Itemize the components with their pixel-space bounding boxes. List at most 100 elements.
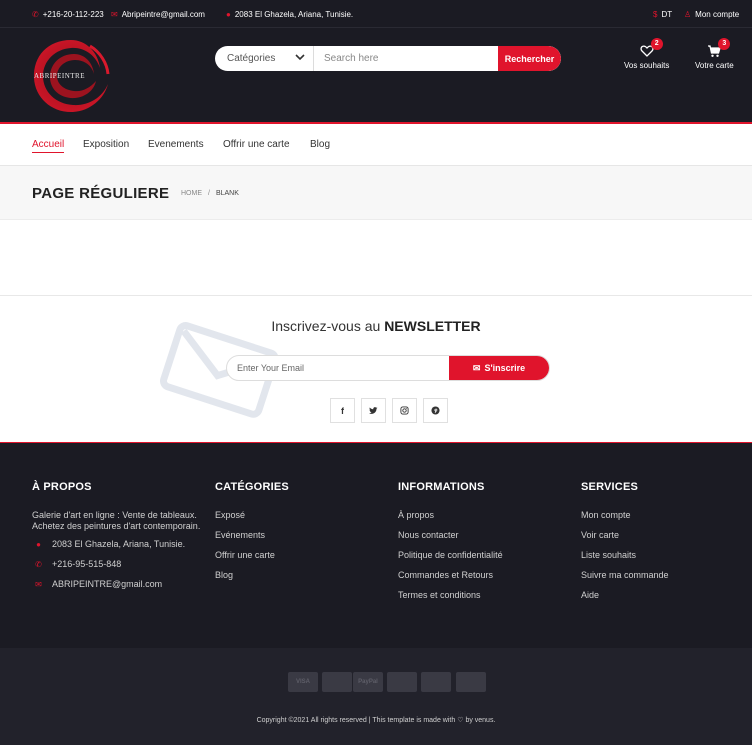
footer-address: ● 2083 El Ghazela, Ariana, Tunisie. <box>32 539 207 549</box>
footer-email-text: ABRIPEINTRE@gmail.com <box>52 579 163 589</box>
footer-link[interactable]: Commandes et Retours <box>398 570 573 580</box>
envelope-small-icon: ✉ <box>472 362 481 373</box>
breadcrumb-current: BLANK <box>215 190 239 197</box>
footer-link[interactable]: Nous contacter <box>398 530 573 540</box>
newsletter-email-input[interactable]: Enter Your Email <box>227 356 449 380</box>
footer-link[interactable]: Blog <box>215 570 390 580</box>
phone-icon: ✆ <box>35 559 42 569</box>
logo[interactable]: ABRIPEINTRE <box>30 36 112 116</box>
newsletter-section: Inscrivez-vous au NEWSLETTER Enter Your … <box>0 295 752 443</box>
discover-icon <box>456 672 486 692</box>
footer-phone-text: +216-95-515-848 <box>52 559 122 569</box>
footer-categories: CATÉGORIES Exposé Evénements Offrir une … <box>215 481 390 590</box>
topbar-address: ● 2083 El Ghazela, Ariana, Tunisie. <box>226 10 353 19</box>
nav-item-evenements[interactable]: Evenements <box>148 139 204 150</box>
footer-address-text: 2083 El Ghazela, Ariana, Tunisie. <box>52 539 186 549</box>
footer-about-text: Galerie d'art en ligne : Vente de tablea… <box>32 510 201 531</box>
header: ABRIPEINTRE Catégories Search here Reche… <box>0 28 752 124</box>
newsletter-title-strong: NEWSLETTER <box>384 318 481 334</box>
topbar-address-text: 2083 El Ghazela, Ariana, Tunisie. <box>234 10 354 19</box>
footer-informations-heading: INFORMATIONS <box>398 481 485 493</box>
footer-link[interactable]: À propos <box>398 510 573 520</box>
cart-label: Votre carte <box>695 61 734 70</box>
search-bar: Catégories Search here Rechercher <box>215 46 561 71</box>
chevron-down-icon <box>295 54 305 61</box>
logo-text: ABRIPEINTRE <box>34 72 85 80</box>
account-link[interactable]: ♙ Mon compte <box>684 10 739 19</box>
account-text: Mon compte <box>695 10 740 19</box>
topbar-phone[interactable]: ✆ +216-20-112-223 <box>32 10 104 19</box>
footer-link[interactable]: Aide <box>581 590 752 600</box>
page-title-bar: PAGE RÉGULIERE HOME / BLANK <box>0 166 752 220</box>
subscribe-button[interactable]: ✉ S'inscrire <box>449 356 549 380</box>
user-icon: ♙ <box>684 9 692 19</box>
pinterest-icon[interactable] <box>423 398 448 423</box>
nav-item-accueil[interactable]: Accueil <box>32 139 65 153</box>
copyright-suffix: by venus. <box>465 717 496 724</box>
footer-link[interactable]: Voir carte <box>581 530 752 540</box>
visa-icon: VISA <box>288 672 318 692</box>
footer-link[interactable]: Evénements <box>215 530 390 540</box>
footer-link[interactable]: Exposé <box>215 510 390 520</box>
footer: À PROPOS Galerie d'art en ligne : Vente … <box>0 443 752 648</box>
top-bar: ✆ +216-20-112-223 ✉ Abripeintre@gmail.co… <box>0 0 752 28</box>
cart-count-badge: 3 <box>718 38 731 50</box>
breadcrumb-separator: / <box>208 190 210 197</box>
facebook-icon[interactable]: f <box>330 398 355 423</box>
category-select-label: Catégories <box>227 53 276 64</box>
footer-link[interactable]: Liste souhaits <box>581 550 752 560</box>
search-input[interactable]: Search here <box>314 46 498 71</box>
footer-link[interactable]: Suivre ma commande <box>581 570 752 580</box>
social-links: f <box>330 398 448 423</box>
newsletter-title-prefix: Inscrivez-vous au <box>271 318 381 334</box>
footer-link[interactable]: Termes et conditions <box>398 590 573 600</box>
mail-icon: ✉ <box>111 9 118 19</box>
amex-icon <box>421 672 451 692</box>
footer-categories-heading: CATÉGORIES <box>215 481 289 493</box>
footer-informations: INFORMATIONS À propos Nous contacter Pol… <box>398 481 573 610</box>
subscribe-label: S'inscrire <box>484 363 526 373</box>
footer-phone[interactable]: ✆ +216-95-515-848 <box>32 559 207 569</box>
footer-link[interactable]: Offrir une carte <box>215 550 390 560</box>
currency-text: DT <box>661 10 673 19</box>
instagram-icon[interactable] <box>392 398 417 423</box>
breadcrumb-home[interactable]: HOME <box>181 190 202 197</box>
nav-item-offrir-une-carte[interactable]: Offrir une carte <box>223 139 290 150</box>
wishlist-button[interactable]: 2 Vos souhaits <box>624 38 669 70</box>
footer-link[interactable]: Mon compte <box>581 510 752 520</box>
main-nav: Accueil Exposition Evenements Offrir une… <box>0 126 752 166</box>
nav-item-exposition[interactable]: Exposition <box>83 139 129 150</box>
search-button[interactable]: Rechercher <box>498 46 561 71</box>
credit-card-icon <box>322 672 352 692</box>
wishlist-count-badge: 2 <box>650 38 663 50</box>
copyright: Copyright ©2021 All rights reserved | Th… <box>0 716 752 724</box>
paypal-icon: PayPal <box>353 672 383 692</box>
map-pin-icon: ● <box>226 9 231 19</box>
footer-services-heading: SERVICES <box>581 481 639 493</box>
topbar-email[interactable]: ✉ Abripeintre@gmail.com <box>111 10 205 19</box>
footer-email[interactable]: ✉ ABRIPEINTRE@gmail.com <box>32 579 207 589</box>
footer-services: SERVICES Mon compte Voir carte Liste sou… <box>581 481 752 610</box>
footer-bottom: VISA PayPal Copyright ©2021 All rights r… <box>0 648 752 745</box>
mail-icon: ✉ <box>35 579 42 589</box>
footer-about-heading: À PROPOS <box>32 481 92 493</box>
map-pin-icon: ● <box>36 539 41 549</box>
phone-icon: ✆ <box>32 9 39 19</box>
footer-link[interactable]: Politique de confidentialité <box>398 550 573 560</box>
newsletter-form: Enter Your Email ✉ S'inscrire <box>226 355 550 381</box>
topbar-email-text: Abripeintre@gmail.com <box>121 10 205 19</box>
newsletter-title: Inscrivez-vous au NEWSLETTER <box>0 318 752 334</box>
heart-icon: ♡ <box>457 717 464 724</box>
heart-icon: 2 <box>640 38 663 58</box>
cart-button[interactable]: 3 Votre carte <box>695 38 734 70</box>
copyright-prefix: Copyright ©2021 All rights reserved | Th… <box>256 717 456 724</box>
breadcrumb: HOME / BLANK <box>181 190 239 197</box>
mastercard-icon <box>387 672 417 692</box>
page-title: PAGE RÉGULIERE <box>32 185 170 202</box>
currency-selector[interactable]: $ DT <box>653 10 672 19</box>
nav-item-blog[interactable]: Blog <box>310 139 330 150</box>
category-select[interactable]: Catégories <box>215 46 314 71</box>
topbar-phone-text: +216-20-112-223 <box>42 10 104 19</box>
dollar-icon: $ <box>653 9 658 19</box>
twitter-icon[interactable] <box>361 398 386 423</box>
